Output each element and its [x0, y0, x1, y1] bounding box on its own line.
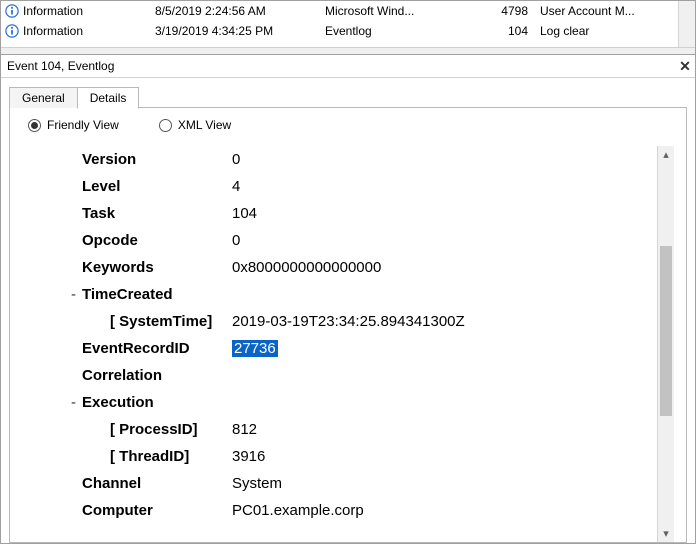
tab-bar: General Details: [9, 84, 687, 108]
event-level: Information: [23, 24, 83, 38]
prop-label: [ ProcessID]: [82, 416, 232, 443]
prop-label: Computer: [82, 497, 232, 524]
selected-text: 27736: [232, 340, 278, 357]
scroll-down-icon[interactable]: ▾: [658, 525, 674, 542]
tab-general[interactable]: General: [9, 87, 78, 108]
detail-header: Event 104, Eventlog ✕: [1, 54, 695, 78]
prop-channel: Channel System: [22, 470, 657, 497]
prop-label: TimeCreated: [82, 281, 232, 308]
prop-keywords: Keywords 0x8000000000000000: [22, 254, 657, 281]
detail-title: Event 104, Eventlog: [7, 59, 114, 73]
prop-correlation: Correlation: [22, 362, 657, 389]
prop-value: System: [232, 470, 657, 497]
event-source: Microsoft Wind...: [321, 4, 481, 18]
scroll-thumb[interactable]: [660, 246, 672, 416]
prop-processid: [ ProcessID] 812: [22, 416, 657, 443]
radio-dot-icon: [159, 119, 172, 132]
info-icon: [5, 4, 19, 18]
prop-value: 0: [232, 227, 657, 254]
radio-xml-view[interactable]: XML View: [159, 118, 231, 132]
prop-computer: Computer PC01.example.corp: [22, 497, 657, 524]
prop-level: Level 4: [22, 173, 657, 200]
collapse-toggle-icon[interactable]: -: [22, 281, 82, 308]
prop-systemtime: [ SystemTime] 2019-03-19T23:34:25.894341…: [22, 308, 657, 335]
prop-value: 3916: [232, 443, 657, 470]
event-date: 8/5/2019 2:24:56 AM: [151, 4, 321, 18]
prop-label: Version: [82, 146, 232, 173]
prop-label: Channel: [82, 470, 232, 497]
prop-value: 0: [232, 146, 657, 173]
detail-scrollbar[interactable]: ▴ ▾: [657, 146, 674, 542]
event-date: 3/19/2019 4:34:25 PM: [151, 24, 321, 38]
tab-page-details: Friendly View XML View Version 0: [9, 108, 687, 543]
event-task: Log clear: [536, 24, 656, 38]
prop-label: [ SystemTime]: [82, 308, 232, 335]
prop-eventrecordid: EventRecordID 27736: [22, 335, 657, 362]
prop-version: Version 0: [22, 146, 657, 173]
event-list: Information 8/5/2019 2:24:56 AM Microsof…: [1, 1, 695, 48]
event-row[interactable]: Information 8/5/2019 2:24:56 AM Microsof…: [1, 1, 695, 21]
prop-label: Correlation: [82, 362, 232, 389]
prop-label: Execution: [82, 389, 232, 416]
radio-label: Friendly View: [47, 118, 119, 132]
prop-value: 2019-03-19T23:34:25.894341300Z: [232, 308, 657, 335]
property-area: Version 0 Level 4 Task 104: [22, 146, 674, 542]
prop-execution[interactable]: - Execution: [22, 389, 657, 416]
view-mode-row: Friendly View XML View: [28, 118, 674, 132]
prop-value: 0x8000000000000000: [232, 254, 657, 281]
prop-timecreated[interactable]: - TimeCreated: [22, 281, 657, 308]
scroll-up-icon[interactable]: ▴: [658, 146, 674, 163]
event-level: Information: [23, 4, 83, 18]
prop-opcode: Opcode 0: [22, 227, 657, 254]
detail-pane: General Details Friendly View XML View: [1, 78, 695, 543]
prop-value: 104: [232, 200, 657, 227]
event-source: Eventlog: [321, 24, 481, 38]
prop-value: PC01.example.corp: [232, 497, 657, 524]
radio-friendly-view[interactable]: Friendly View: [28, 118, 119, 132]
info-icon: [5, 24, 19, 38]
prop-value: 4: [232, 173, 657, 200]
close-icon[interactable]: ✕: [675, 58, 695, 75]
prop-label: Level: [82, 173, 232, 200]
property-scroll: Version 0 Level 4 Task 104: [22, 146, 657, 542]
tab-details[interactable]: Details: [77, 87, 140, 109]
event-task: User Account M...: [536, 4, 656, 18]
event-viewer-window: Information 8/5/2019 2:24:56 AM Microsof…: [0, 0, 696, 544]
prop-label: [ ThreadID]: [82, 443, 232, 470]
event-row[interactable]: Information 3/19/2019 4:34:25 PM Eventlo…: [1, 21, 695, 41]
radio-dot-icon: [28, 119, 41, 132]
prop-label: Keywords: [82, 254, 232, 281]
prop-label: EventRecordID: [82, 335, 232, 362]
prop-label: Opcode: [82, 227, 232, 254]
prop-task: Task 104: [22, 200, 657, 227]
prop-value[interactable]: 27736: [232, 335, 657, 362]
event-id: 104: [481, 24, 536, 38]
list-scrollbar[interactable]: [678, 1, 695, 47]
prop-label: Task: [82, 200, 232, 227]
prop-threadid: [ ThreadID] 3916: [22, 443, 657, 470]
prop-value: 812: [232, 416, 657, 443]
collapse-toggle-icon[interactable]: -: [22, 389, 82, 416]
radio-label: XML View: [178, 118, 231, 132]
event-id: 4798: [481, 4, 536, 18]
